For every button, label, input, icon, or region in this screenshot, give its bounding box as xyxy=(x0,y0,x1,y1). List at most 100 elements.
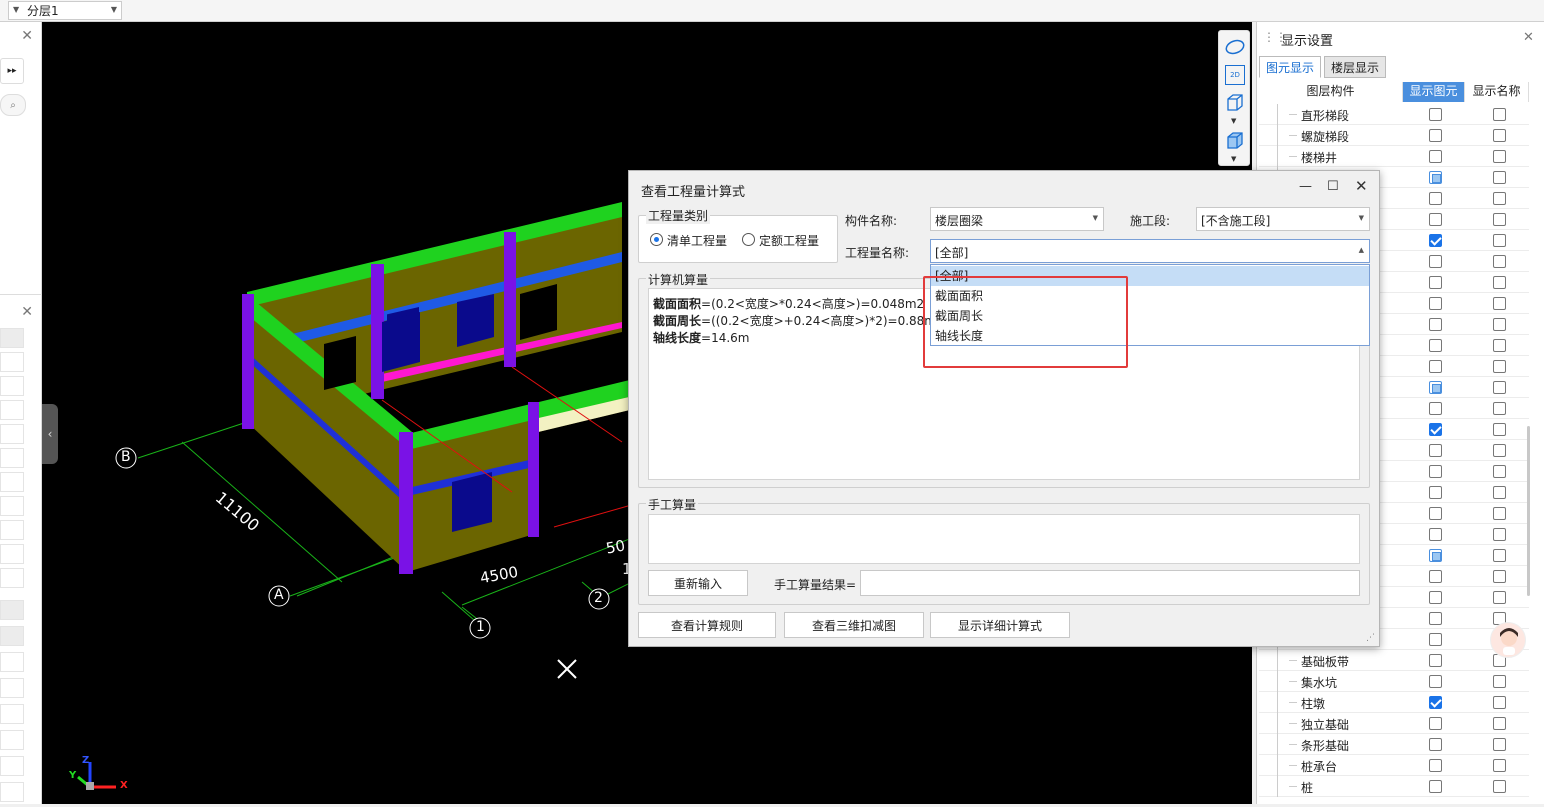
show-name-checkbox[interactable] xyxy=(1493,318,1506,331)
show-name-checkbox[interactable] xyxy=(1493,528,1506,541)
list-item[interactable] xyxy=(0,328,24,348)
show-name-checkbox[interactable] xyxy=(1493,675,1506,688)
show-element-checkbox[interactable] xyxy=(1429,696,1442,709)
chevron-down-icon[interactable]: ▼ xyxy=(1231,155,1236,163)
close-icon[interactable]: ✕ xyxy=(1523,30,1534,45)
show-name-checkbox[interactable] xyxy=(1493,549,1506,562)
show-name-checkbox[interactable] xyxy=(1493,381,1506,394)
show-element-checkbox[interactable] xyxy=(1429,654,1442,667)
show-name-checkbox[interactable] xyxy=(1493,444,1506,457)
close-icon[interactable]: ✕ xyxy=(1355,177,1368,195)
show-name-checkbox[interactable] xyxy=(1493,570,1506,583)
minimize-icon[interactable]: — xyxy=(1299,179,1312,194)
close-icon[interactable]: ✕ xyxy=(21,28,33,44)
show-element-checkbox[interactable] xyxy=(1429,633,1442,646)
segment-select[interactable]: [不含施工段] ▼ xyxy=(1196,207,1370,231)
show-element-checkbox[interactable] xyxy=(1429,570,1442,583)
show-name-checkbox[interactable] xyxy=(1493,108,1506,121)
show-element-checkbox[interactable] xyxy=(1429,444,1442,457)
table-row[interactable]: 桩承台 xyxy=(1259,755,1529,776)
resize-grip-icon[interactable]: ⋰ xyxy=(1366,633,1375,643)
reenter-button[interactable]: 重新输入 xyxy=(648,570,748,596)
component-select[interactable]: 楼层圈梁 ▼ xyxy=(930,207,1104,231)
list-item[interactable] xyxy=(0,678,24,698)
list-item[interactable] xyxy=(0,544,24,564)
show-element-checkbox[interactable] xyxy=(1429,507,1442,520)
show-name-checkbox[interactable] xyxy=(1493,150,1506,163)
maximize-icon[interactable]: ☐ xyxy=(1327,179,1339,194)
show-name-checkbox[interactable] xyxy=(1493,423,1506,436)
table-row[interactable]: 桩 xyxy=(1259,776,1529,797)
show-name-checkbox[interactable] xyxy=(1493,360,1506,373)
manual-result-field[interactable] xyxy=(860,570,1360,596)
list-item[interactable] xyxy=(0,704,24,724)
show-name-checkbox[interactable] xyxy=(1493,465,1506,478)
list-item[interactable] xyxy=(0,424,24,444)
show-element-checkbox[interactable] xyxy=(1429,591,1442,604)
show-element-checkbox[interactable] xyxy=(1429,192,1442,205)
list-item[interactable] xyxy=(0,730,24,750)
view-2d-icon[interactable]: 2D xyxy=(1225,65,1245,85)
show-name-checkbox[interactable] xyxy=(1493,696,1506,709)
show-element-checkbox[interactable] xyxy=(1429,339,1442,352)
list-item[interactable] xyxy=(0,376,24,396)
show-element-checkbox[interactable] xyxy=(1429,108,1442,121)
show-element-checkbox[interactable] xyxy=(1429,759,1442,772)
show-name-checkbox[interactable] xyxy=(1493,276,1506,289)
show-element-checkbox[interactable] xyxy=(1429,549,1442,562)
search-icon[interactable]: ⌕ xyxy=(0,94,26,116)
show-name-checkbox[interactable] xyxy=(1493,255,1506,268)
show-element-checkbox[interactable] xyxy=(1429,213,1442,226)
show-name-checkbox[interactable] xyxy=(1493,192,1506,205)
close-icon[interactable]: ✕ xyxy=(21,304,33,320)
show-element-checkbox[interactable] xyxy=(1429,234,1442,247)
show-element-checkbox[interactable] xyxy=(1429,780,1442,793)
show-name-checkbox[interactable] xyxy=(1493,759,1506,772)
show-name-checkbox[interactable] xyxy=(1493,297,1506,310)
show-element-checkbox[interactable] xyxy=(1429,150,1442,163)
list-item[interactable] xyxy=(0,352,24,372)
show-detail-formula-button[interactable]: 显示详细计算式 xyxy=(930,612,1070,638)
show-element-checkbox[interactable] xyxy=(1429,675,1442,688)
table-row[interactable]: 螺旋梯段 xyxy=(1259,125,1529,146)
cube-filled-icon[interactable] xyxy=(1225,131,1245,151)
show-element-checkbox[interactable] xyxy=(1429,171,1442,184)
show-element-checkbox[interactable] xyxy=(1429,486,1442,499)
show-element-checkbox[interactable] xyxy=(1429,465,1442,478)
col-show-element[interactable]: 显示图元 xyxy=(1403,82,1465,102)
list-item[interactable] xyxy=(0,568,24,588)
expand-icon[interactable]: ▸▸ xyxy=(0,58,24,84)
show-name-checkbox[interactable] xyxy=(1493,171,1506,184)
show-element-checkbox[interactable] xyxy=(1429,717,1442,730)
show-element-checkbox[interactable] xyxy=(1429,402,1442,415)
table-row[interactable]: 条形基础 xyxy=(1259,734,1529,755)
cube-icon[interactable] xyxy=(1225,93,1245,113)
show-element-checkbox[interactable] xyxy=(1429,255,1442,268)
list-item[interactable] xyxy=(0,626,24,646)
show-name-checkbox[interactable] xyxy=(1493,234,1506,247)
table-row[interactable]: 柱墩 xyxy=(1259,692,1529,713)
list-item[interactable] xyxy=(0,600,24,620)
show-name-checkbox[interactable] xyxy=(1493,738,1506,751)
scrollbar[interactable] xyxy=(1527,426,1530,596)
show-element-checkbox[interactable] xyxy=(1429,381,1442,394)
list-item[interactable] xyxy=(0,756,24,776)
radio-list-qty[interactable] xyxy=(650,233,663,246)
show-name-checkbox[interactable] xyxy=(1493,402,1506,415)
show-name-checkbox[interactable] xyxy=(1493,591,1506,604)
show-element-checkbox[interactable] xyxy=(1429,129,1442,142)
show-name-checkbox[interactable] xyxy=(1493,129,1506,142)
show-name-checkbox[interactable] xyxy=(1493,507,1506,520)
show-name-checkbox[interactable] xyxy=(1493,486,1506,499)
show-element-checkbox[interactable] xyxy=(1429,318,1442,331)
view-rules-button[interactable]: 查看计算规则 xyxy=(638,612,776,638)
show-element-checkbox[interactable] xyxy=(1429,738,1442,751)
list-item[interactable] xyxy=(0,652,24,672)
list-item[interactable] xyxy=(0,448,24,468)
show-element-checkbox[interactable] xyxy=(1429,423,1442,436)
table-row[interactable]: 集水坑 xyxy=(1259,671,1529,692)
orbit-icon[interactable] xyxy=(1225,37,1245,57)
show-element-checkbox[interactable] xyxy=(1429,297,1442,310)
table-row[interactable]: 基础板带 xyxy=(1259,650,1529,671)
chevron-down-icon[interactable]: ▼ xyxy=(1231,117,1236,125)
